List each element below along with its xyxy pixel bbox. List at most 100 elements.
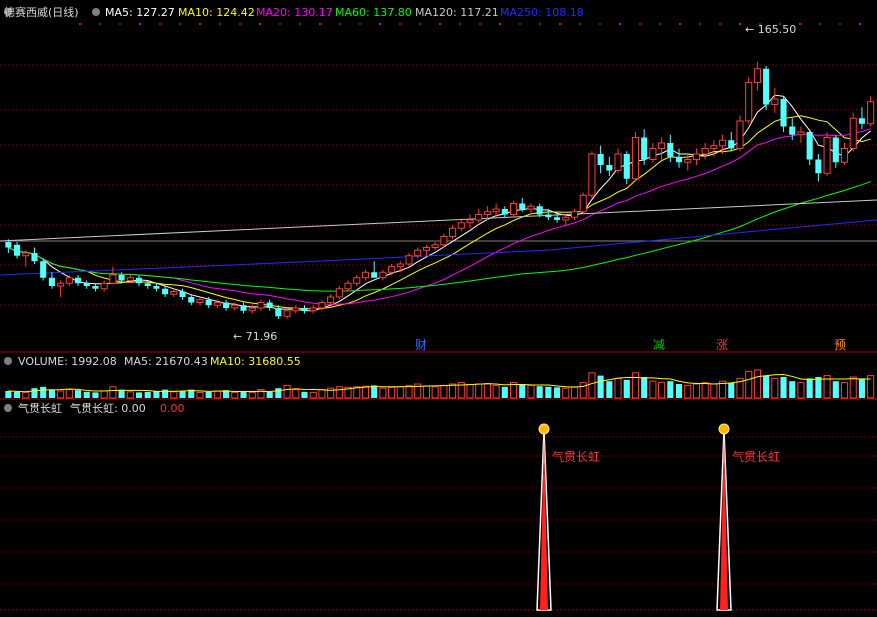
candle-body	[188, 297, 195, 303]
volume-bar	[597, 375, 604, 398]
collapse-icon[interactable]	[4, 404, 12, 412]
candle-body	[545, 214, 552, 218]
candle-body	[649, 148, 657, 160]
labels: 财减涨预	[79, 23, 861, 352]
indicator-name: 气贯长虹	[18, 401, 62, 415]
candle-body	[457, 222, 465, 229]
marker-dot	[239, 23, 241, 25]
candle-body	[840, 148, 849, 163]
candle-body	[858, 118, 865, 124]
volume-bar	[614, 377, 622, 399]
candle-body	[371, 272, 378, 278]
collapse-icon[interactable]	[4, 357, 12, 365]
volume-bar	[710, 383, 718, 399]
candle-body	[135, 277, 143, 284]
signal-spikes: 气贯长虹 气贯长虹	[536, 423, 780, 611]
volume-bar	[118, 389, 125, 398]
volume-bar	[675, 384, 683, 398]
volume-bar	[667, 381, 674, 398]
volume-bar	[728, 382, 735, 398]
marker-dot	[619, 23, 621, 25]
candle-body	[527, 205, 535, 210]
volume-bar	[545, 386, 552, 398]
candle-body	[832, 137, 839, 163]
marker-dot	[119, 23, 121, 25]
marker-dot	[579, 23, 581, 25]
candle-body	[405, 255, 413, 265]
settings-icon[interactable]	[92, 8, 100, 16]
volume-bar	[327, 387, 335, 399]
volume-bar	[318, 389, 326, 399]
marker-dot	[79, 23, 81, 25]
candle-body	[388, 266, 396, 273]
volume-bar	[361, 385, 370, 399]
candle-body	[22, 252, 30, 257]
marker-dot	[679, 23, 681, 25]
volume-bar	[527, 384, 535, 399]
candle-body	[327, 296, 335, 303]
volume-bar	[422, 385, 430, 399]
candle-body	[353, 277, 361, 284]
ma20-label: MA20: 130.17	[256, 6, 333, 19]
volume-bar	[806, 378, 813, 398]
ma120-label: MA120: 117.21	[415, 6, 499, 19]
signal-label: 气贯长虹	[732, 449, 780, 464]
candle-body	[753, 68, 761, 83]
candle-body	[588, 153, 596, 196]
marker-dot	[219, 23, 221, 25]
candle-body	[483, 211, 491, 215]
candle-body	[100, 282, 108, 290]
volume-bar	[631, 372, 640, 399]
marker-dot	[279, 23, 281, 25]
indicator-header: 气贯长虹 气贯长虹: 0.00 0.00	[4, 401, 185, 415]
candle-body	[614, 153, 622, 171]
volume-header: VOLUME: 1992.08 MA5: 21670.43 MA10: 3168…	[4, 355, 301, 368]
volume-ma5: MA5: 21670.43	[124, 355, 208, 368]
candle-body	[780, 99, 787, 127]
volume-bar	[701, 382, 709, 399]
candle-body	[31, 253, 38, 262]
volume-bar	[240, 391, 247, 398]
volume-bar	[753, 369, 761, 399]
candle-body	[48, 277, 55, 286]
ma120-line	[0, 199, 877, 242]
indicator-value: 气贯长虹: 0.00	[70, 401, 146, 415]
candle-body	[623, 154, 630, 179]
candle-body	[40, 261, 47, 278]
candle-body	[466, 219, 474, 224]
candle-body	[867, 101, 875, 125]
volume-bar	[153, 391, 160, 398]
volume-bar	[196, 391, 204, 399]
marker-dot	[599, 23, 601, 25]
candle-body	[170, 291, 178, 295]
candle-body	[223, 302, 230, 308]
volume-bar	[144, 391, 151, 398]
volume-bar	[5, 391, 12, 398]
candle-body	[396, 263, 404, 268]
candle-body	[701, 148, 709, 155]
candle-body	[118, 275, 125, 281]
marker-dot	[539, 23, 541, 25]
candle-body	[631, 137, 640, 180]
ma250-label: MA250: 108.18	[500, 6, 584, 19]
candle-body	[126, 277, 134, 281]
volume-bar	[126, 391, 134, 399]
candle-body	[554, 217, 561, 220]
candle-body	[692, 153, 700, 160]
candle-body	[449, 227, 457, 237]
candle-body	[196, 299, 204, 303]
volume-bar	[483, 382, 491, 399]
volume-bar	[692, 383, 700, 399]
volume-bar	[658, 382, 666, 399]
candle-body	[736, 120, 744, 149]
candle-body	[797, 131, 805, 136]
candle-body	[240, 305, 247, 311]
candle-body	[57, 282, 65, 287]
candle-body	[806, 132, 813, 160]
ma5-label: MA5: 127.27	[105, 6, 175, 19]
candle-body	[745, 82, 753, 122]
candle-body	[344, 282, 352, 290]
low-price-label: ← 71.96	[233, 330, 277, 343]
candle-body	[335, 288, 343, 298]
candle-body	[301, 308, 308, 311]
